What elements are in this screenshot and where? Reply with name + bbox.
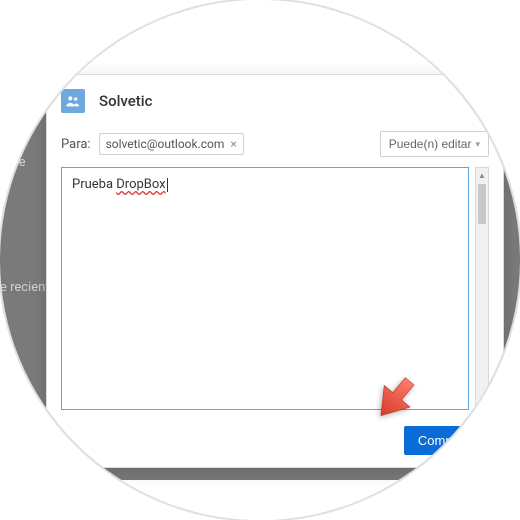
remove-recipient-icon[interactable]: ×	[230, 137, 236, 151]
message-misspelled: DropBox	[116, 177, 165, 192]
bg-text: mue	[0, 155, 25, 170]
scroll-thumb[interactable]	[478, 184, 486, 224]
bg-text: e recient	[0, 280, 50, 295]
permission-label: Puede(n) editar	[389, 137, 472, 151]
scroll-up-icon[interactable]: ▲	[476, 168, 488, 182]
close-icon[interactable]: ×	[479, 87, 491, 107]
scroll-down-icon[interactable]: ▼	[476, 395, 488, 409]
message-text: Prueba	[72, 177, 116, 192]
chevron-down-icon: ▾	[475, 139, 480, 150]
recipient-email: solvetic@outlook.com	[106, 137, 225, 151]
modal-title: Solvetic	[99, 92, 152, 110]
to-label: Para:	[61, 137, 91, 152]
permission-dropdown[interactable]: Puede(n) editar ▾	[380, 131, 489, 157]
share-modal: Solvetic × Para: solvetic@outlook.com × …	[46, 74, 504, 468]
text-caret	[167, 178, 168, 192]
share-button[interactable]: Compartir	[404, 426, 489, 455]
modal-header: Solvetic ×	[47, 75, 503, 127]
scrollbar[interactable]: ▲ ▼	[475, 167, 489, 410]
recipient-row: Para: solvetic@outlook.com × Puede(n) ed…	[47, 127, 503, 167]
recipient-chip[interactable]: solvetic@outlook.com ×	[99, 133, 244, 155]
contact-icon	[61, 89, 85, 113]
